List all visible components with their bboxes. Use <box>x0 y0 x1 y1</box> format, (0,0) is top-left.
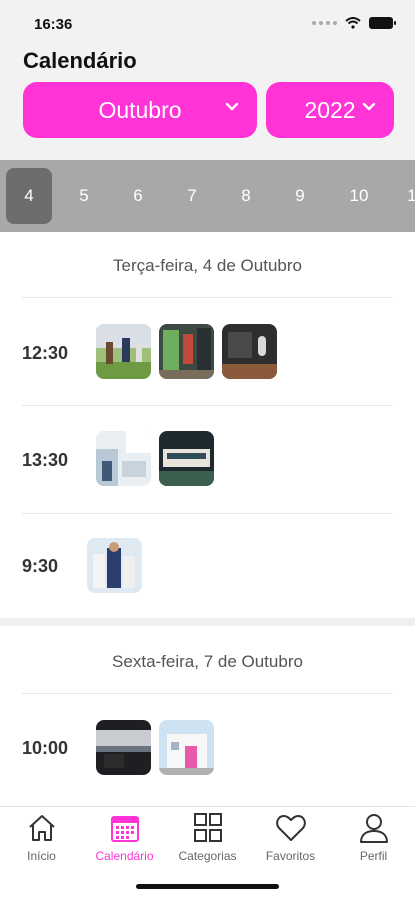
seaside-photo[interactable] <box>96 720 151 775</box>
grid-icon <box>193 813 222 842</box>
day-selector: 4 5 6 7 8 9 10 11 <box>0 160 415 232</box>
date-header: Terça-feira, 4 de Outubro <box>113 256 302 275</box>
day-item[interactable]: 6 <box>115 168 161 224</box>
wifi-icon <box>345 17 361 29</box>
day-item[interactable]: 10 <box>336 168 382 224</box>
user-icon <box>359 814 388 843</box>
tab-label: Categorias <box>178 849 237 863</box>
chevron-down-icon <box>225 102 239 111</box>
tab-label: Favoritos <box>265 849 316 863</box>
home-indicator <box>136 884 279 889</box>
martial-arts-photo[interactable] <box>87 538 142 593</box>
event-time: 13:30 <box>22 450 69 470</box>
home-icon <box>28 815 55 841</box>
event-time: 10:00 <box>22 738 69 758</box>
sports-field-photo[interactable] <box>96 324 151 379</box>
day-item[interactable]: 9 <box>277 168 323 224</box>
status-icons <box>312 17 396 29</box>
section-gap <box>0 618 415 626</box>
day-item[interactable]: 4 <box>6 168 52 224</box>
divider <box>22 513 393 514</box>
day-item[interactable]: 5 <box>61 168 107 224</box>
tab-inicio[interactable]: Início <box>0 813 83 863</box>
cellular-signal-icon <box>312 21 337 25</box>
tab-perfil[interactable]: Perfil <box>332 813 415 863</box>
dark-wall-photo[interactable] <box>222 324 277 379</box>
page-title: Calendário <box>23 48 137 73</box>
boat-photo[interactable] <box>159 431 214 486</box>
event-time: 9:30 <box>22 556 59 576</box>
tab-favoritos[interactable]: Favoritos <box>249 813 332 863</box>
divider <box>22 693 393 694</box>
date-header: Sexta-feira, 7 de Outubro <box>112 652 303 671</box>
day-item[interactable]: 8 <box>223 168 269 224</box>
tab-label: Início <box>27 849 56 863</box>
tab-label: Perfil <box>359 849 388 863</box>
heart-icon <box>275 815 306 841</box>
header: Calendário Outubro 2022 <box>0 44 415 160</box>
gym-interior-photo[interactable] <box>159 324 214 379</box>
month-dropdown[interactable]: Outubro <box>23 82 257 138</box>
day-item[interactable]: 11 <box>393 168 415 224</box>
white-building-photo[interactable] <box>159 720 214 775</box>
year-dropdown[interactable]: 2022 <box>266 82 394 138</box>
la-banner-photo[interactable] <box>96 431 151 486</box>
event-list: Terça-feira, 4 de Outubro 12:30 13:30 9:… <box>0 232 415 806</box>
divider <box>22 297 393 298</box>
event-time: 12:30 <box>22 343 69 363</box>
day-item[interactable]: 7 <box>169 168 215 224</box>
tab-label: Calendário <box>95 849 154 863</box>
tab-categorias[interactable]: Categorias <box>166 813 249 863</box>
battery-icon <box>369 17 396 29</box>
chevron-down-icon <box>362 102 376 111</box>
month-value: Outubro <box>98 96 182 123</box>
calendar-icon <box>110 816 139 842</box>
tab-calendario[interactable]: Calendário <box>83 813 166 863</box>
status-bar: 16:36 <box>0 0 415 44</box>
divider <box>22 405 393 406</box>
status-time: 16:36 <box>34 16 73 33</box>
year-value: 2022 <box>304 96 356 123</box>
